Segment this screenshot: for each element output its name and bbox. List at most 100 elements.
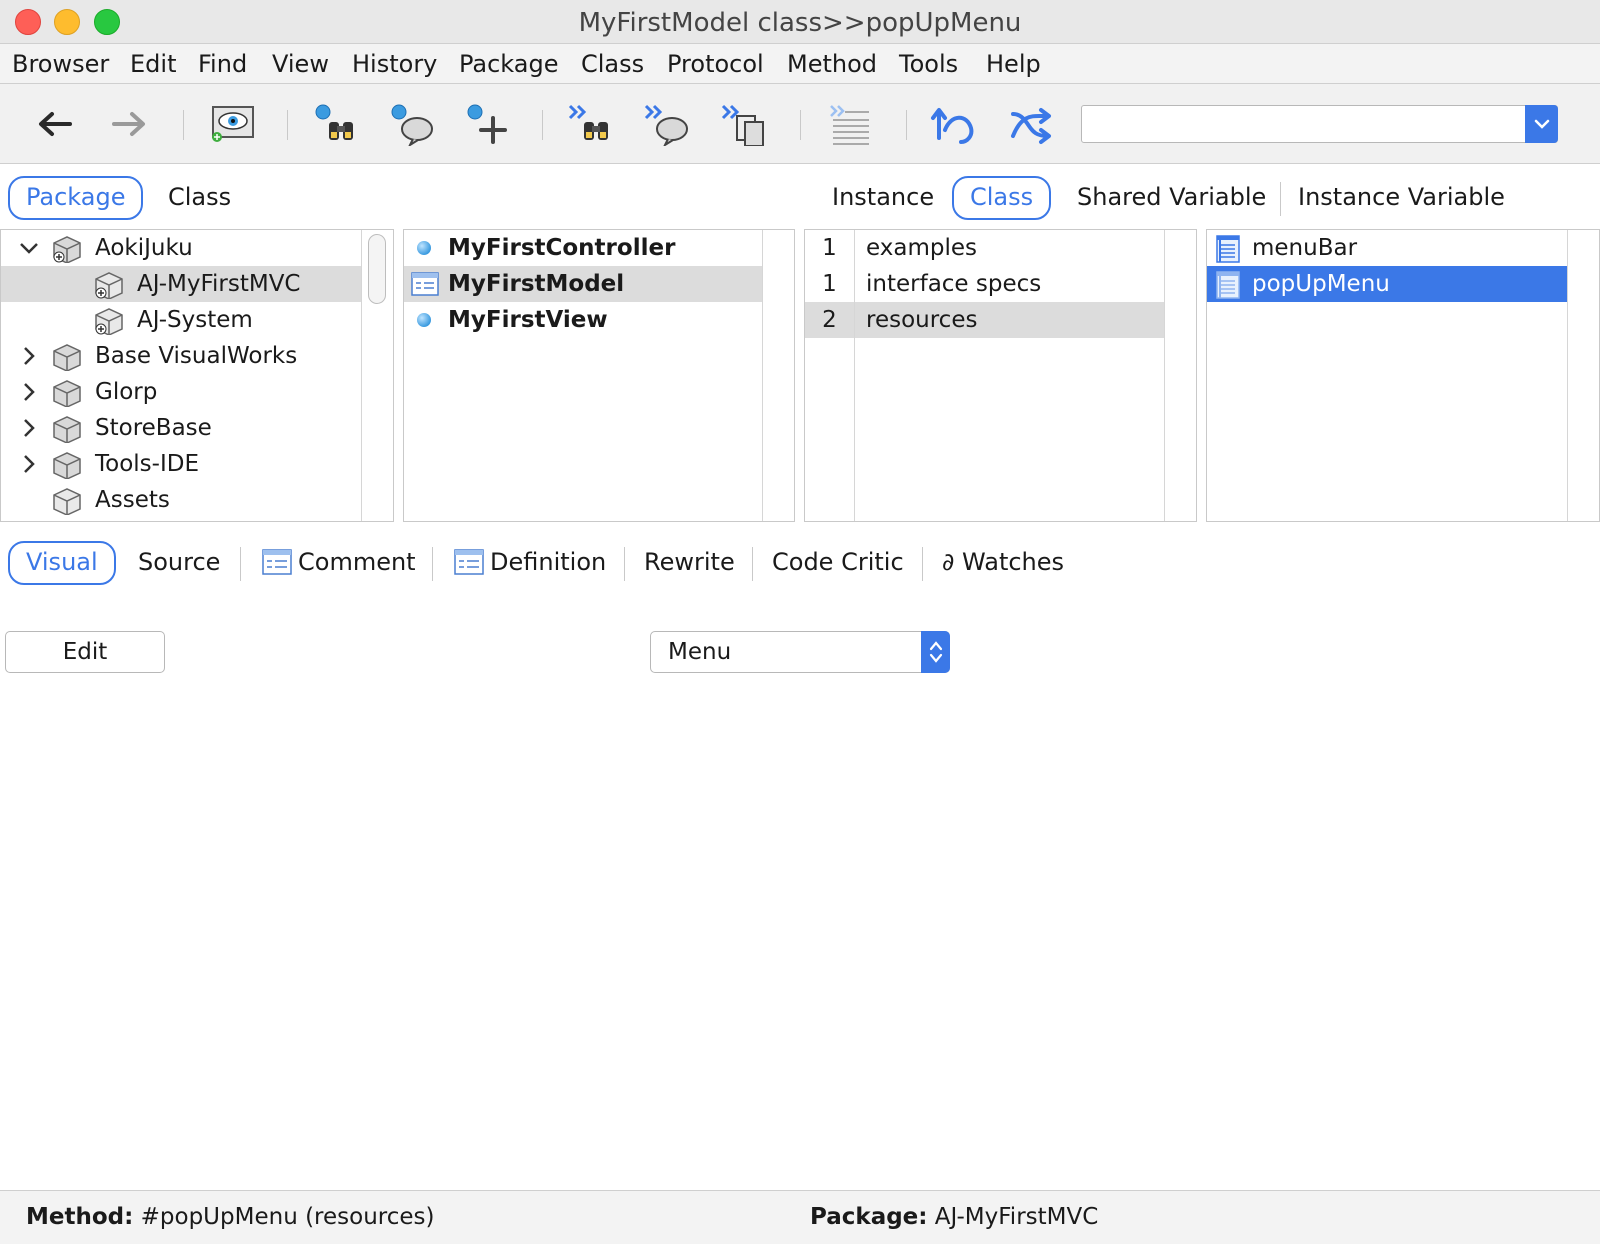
menu-method[interactable]: Method — [787, 50, 877, 78]
shuffle-icon — [1011, 108, 1051, 144]
protocol-pane-scrollbar[interactable] — [1164, 230, 1196, 521]
menu-class[interactable]: Class — [581, 50, 644, 78]
chevron-down-icon[interactable] — [17, 230, 41, 266]
bundle-icon — [53, 416, 81, 443]
tab-visual[interactable]: Visual — [8, 541, 116, 585]
package-row-base-visualworks[interactable]: Base VisualWorks — [1, 338, 362, 374]
chevron-right-icon[interactable] — [17, 410, 41, 446]
forward-documents-icon — [721, 104, 764, 146]
visual-inspect-button[interactable] — [205, 98, 261, 150]
tab-code-critic[interactable]: Code Critic — [756, 541, 920, 585]
menu-view[interactable]: View — [272, 50, 329, 78]
chevron-right-icon[interactable] — [17, 446, 41, 482]
method-row-menubar[interactable]: menuBar — [1207, 230, 1568, 266]
class-dot-icon — [417, 313, 431, 327]
menu-browser[interactable]: Browser — [12, 50, 109, 78]
add-plus-icon — [467, 104, 507, 144]
format-lines-button[interactable] — [822, 98, 878, 150]
protocol-count: 2 — [805, 302, 855, 338]
tab-shared-variable[interactable]: Shared Variable — [1061, 176, 1282, 220]
sync-icon — [931, 108, 974, 144]
forward-arrow-icon — [112, 112, 145, 136]
protocol-row-interface-specs[interactable]: 1 interface specs — [805, 266, 1165, 302]
package-icon — [95, 272, 123, 299]
forward-find-method-button[interactable] — [639, 98, 695, 150]
chevron-right-icon[interactable] — [17, 374, 41, 410]
tab-class-side[interactable]: Class — [952, 176, 1052, 220]
search-combo-dropdown[interactable] — [1525, 105, 1558, 143]
forward-binoculars-icon — [568, 104, 608, 140]
menu-bar: Browser Edit Find View History Package C… — [0, 44, 1600, 84]
tab-rewrite[interactable]: Rewrite — [628, 541, 751, 585]
method-resource-icon — [1216, 271, 1240, 299]
method-pane-scrollbar[interactable] — [1567, 230, 1599, 521]
method-resource-icon — [1216, 235, 1240, 263]
package-pane[interactable]: AokiJuku AJ-MyFirstMVC AJ-System Base Vi… — [0, 229, 394, 522]
tab-comment[interactable]: Comment — [246, 541, 432, 585]
find-speech-icon — [391, 104, 433, 146]
menu-help[interactable]: Help — [986, 50, 1041, 78]
chevron-down-icon — [1534, 119, 1549, 129]
package-row-storebase[interactable]: StoreBase — [1, 410, 362, 446]
menu-edit[interactable]: Edit — [130, 50, 176, 78]
menu-package[interactable]: Package — [459, 50, 558, 78]
tab-source[interactable]: Source — [122, 541, 236, 585]
package-row-aokijuku[interactable]: AokiJuku — [1, 230, 362, 266]
scrollbar-thumb[interactable] — [368, 234, 386, 304]
forward-documents-button[interactable] — [716, 98, 772, 150]
tab-instance-variable[interactable]: Instance Variable — [1282, 176, 1521, 220]
class-dot-icon — [417, 241, 431, 255]
find-method-button[interactable] — [384, 98, 440, 150]
menu-find[interactable]: Find — [198, 50, 247, 78]
back-button[interactable] — [26, 98, 82, 150]
bundle-icon — [53, 344, 81, 371]
method-row-popupmenu[interactable]: popUpMenu — [1207, 266, 1568, 302]
menu-tools[interactable]: Tools — [899, 50, 958, 78]
chevron-right-icon[interactable] — [17, 338, 41, 374]
protocol-count: 1 — [805, 230, 855, 266]
package-row-tools-ide[interactable]: Tools-IDE — [1, 446, 362, 482]
menu-history[interactable]: History — [352, 50, 437, 78]
class-pane[interactable]: MyFirstController MyFirstModel MyFirstVi… — [403, 229, 795, 522]
lines-icon — [830, 105, 869, 145]
edit-button[interactable]: Edit — [5, 631, 165, 673]
shuffle-button[interactable] — [1002, 98, 1058, 150]
navigator-tabs: Package Class Instance Class Shared Vari… — [0, 166, 1600, 224]
protocol-row-resources[interactable]: 2 resources — [805, 302, 1165, 338]
protocol-row-examples[interactable]: 1 examples — [805, 230, 1165, 266]
package-icon — [95, 308, 123, 335]
package-row-aj-system[interactable]: AJ-System — [1, 302, 362, 338]
package-row-glorp[interactable]: Glorp — [1, 374, 362, 410]
package-row-assets[interactable]: Assets — [1, 482, 362, 518]
find-class-button[interactable] — [308, 98, 364, 150]
protocol-pane[interactable]: 1 examples 1 interface specs 2 resources — [804, 229, 1197, 522]
select-stepper[interactable] — [921, 631, 950, 673]
class-row-myfirstview[interactable]: MyFirstView — [404, 302, 763, 338]
toolbar — [0, 84, 1600, 164]
forward-button[interactable] — [102, 98, 158, 150]
tab-definition[interactable]: Definition — [438, 541, 622, 585]
add-class-button[interactable] — [460, 98, 516, 150]
forward-find-class-button[interactable] — [563, 98, 619, 150]
window-title: MyFirstModel class>>popUpMenu — [578, 8, 1022, 38]
tab-class-hierarchy[interactable]: Class — [152, 176, 247, 220]
code-tabs: Visual Source Comment Definition Rewrite… — [0, 531, 1600, 589]
tab-package[interactable]: Package — [8, 176, 144, 220]
class-pane-scrollbar[interactable] — [762, 230, 794, 521]
back-arrow-icon — [39, 112, 72, 136]
comment-table-icon — [262, 549, 292, 575]
up-down-chevron-icon — [929, 641, 942, 663]
method-pane[interactable]: menuBar popUpMenu — [1206, 229, 1600, 522]
package-pane-scrollbar[interactable] — [361, 230, 393, 521]
resource-type-select[interactable]: Menu — [650, 631, 950, 673]
class-row-myfirstcontroller[interactable]: MyFirstController — [404, 230, 763, 266]
menu-protocol[interactable]: Protocol — [667, 50, 764, 78]
forward-speech-icon — [644, 104, 688, 146]
status-package: Package: AJ-MyFirstMVC — [810, 1204, 1099, 1230]
sync-button[interactable] — [926, 98, 982, 150]
search-combo[interactable] — [1081, 105, 1558, 143]
tab-watches[interactable]: ∂ Watches — [926, 541, 1080, 585]
class-row-myfirstmodel[interactable]: MyFirstModel — [404, 266, 763, 302]
tab-instance[interactable]: Instance — [816, 176, 950, 220]
package-row-aj-myfirstmvc[interactable]: AJ-MyFirstMVC — [1, 266, 362, 302]
